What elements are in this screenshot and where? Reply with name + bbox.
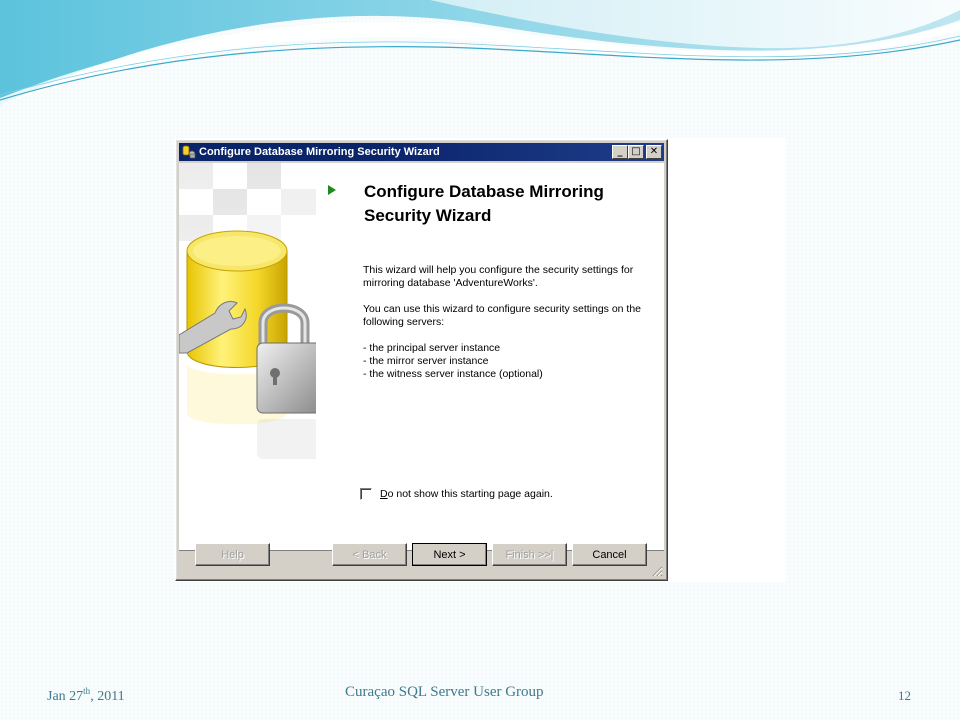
wizard-description: This wizard will help you configure the …	[363, 264, 658, 381]
date-year: , 2011	[90, 689, 125, 704]
wizard-heading: Configure Database Mirroring Security Wi…	[364, 182, 604, 225]
minimize-icon: _	[617, 146, 623, 157]
list-item: - the mirror server instance	[363, 355, 489, 367]
back-button[interactable]: < Back	[332, 543, 407, 566]
hide-start-page-checkbox[interactable]	[360, 488, 372, 500]
maximize-button[interactable]: □	[628, 145, 644, 159]
finish-button[interactable]: Finish >>|	[492, 543, 567, 566]
help-button[interactable]: Help	[195, 543, 270, 566]
intro-text: This wizard will help you configure the …	[363, 264, 634, 289]
list-item: - the principal server instance	[363, 342, 501, 354]
footer-title: Curaçao SQL Server User Group	[345, 684, 544, 700]
hide-start-page-option[interactable]: Do not show this starting page again.	[360, 488, 553, 500]
wizard-window: Configure Database Mirroring Security Wi…	[175, 139, 668, 581]
close-icon: ✕	[649, 146, 659, 157]
wizard-app-icon	[182, 145, 196, 159]
cancel-button[interactable]: Cancel	[572, 543, 647, 566]
green-arrow-icon	[328, 185, 336, 195]
header-waves-decoration	[0, 0, 960, 106]
footer-date: Jan 27th, 2011	[47, 686, 125, 705]
maximize-icon: □	[631, 146, 641, 157]
server-list: - the principal server instance - the mi…	[363, 342, 658, 381]
page-number: 12	[898, 688, 911, 703]
window-controls: _ □ ✕	[612, 145, 662, 159]
list-item: - the witness server instance (optional)	[363, 368, 543, 380]
checkbox-accelerator: D	[380, 488, 388, 500]
resize-grip-icon[interactable]	[651, 565, 663, 577]
checkbox-label-text: o not show this starting page again.	[387, 488, 553, 500]
next-button[interactable]: Next >	[412, 543, 487, 566]
close-button[interactable]: ✕	[646, 145, 662, 159]
minimize-button[interactable]: _	[612, 145, 628, 159]
title-bar[interactable]: Configure Database Mirroring Security Wi…	[179, 143, 664, 161]
window-title: Configure Database Mirroring Security Wi…	[199, 146, 440, 158]
usage-text: You can use this wizard to configure sec…	[363, 303, 642, 328]
database-wrench-lock-illustration	[179, 163, 316, 551]
wizard-content: Configure Database Mirroring Security Wi…	[179, 163, 664, 551]
checkbox-label[interactable]: Do not show this starting page again.	[380, 488, 553, 500]
date-main: Jan 27	[47, 689, 84, 704]
